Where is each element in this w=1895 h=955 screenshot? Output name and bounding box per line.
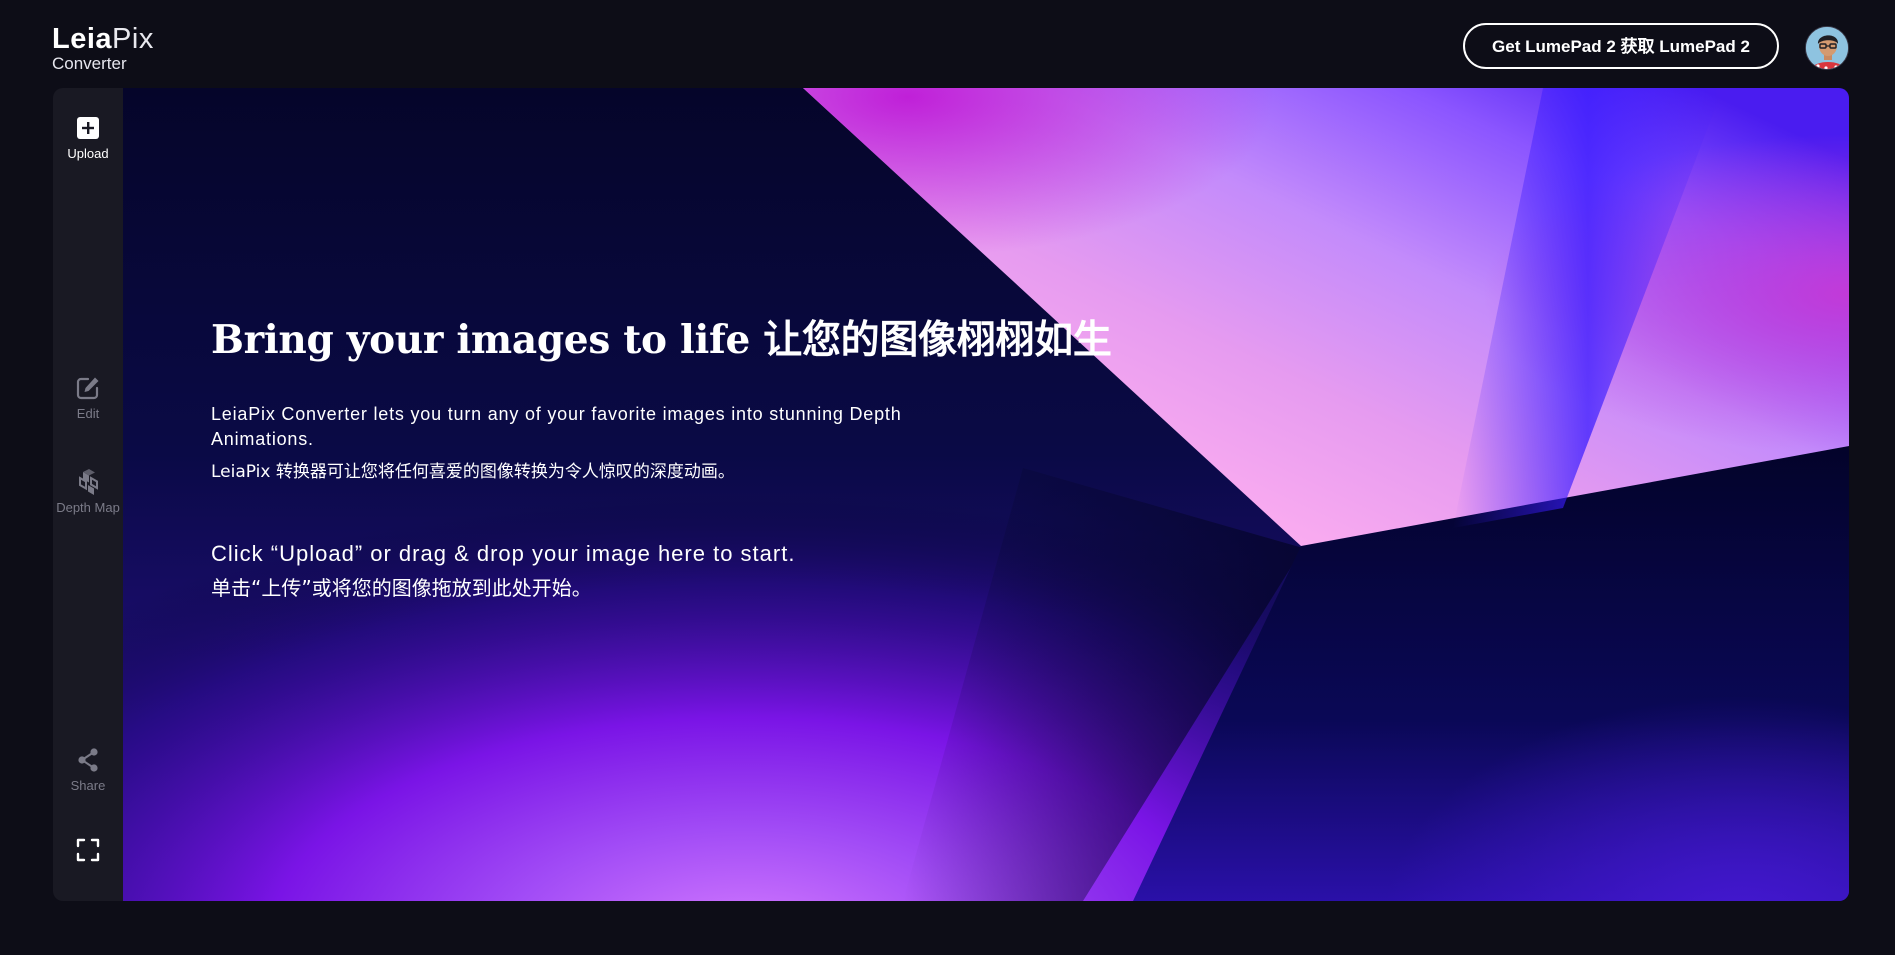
get-lumepad-button[interactable]: Get LumePad 2 获取 LumePad 2: [1463, 23, 1779, 69]
logo-secondary: Pix: [112, 23, 154, 55]
upload-drop-zone[interactable]: Bring your images to life 让您的图像栩栩如生 Leia…: [123, 88, 1849, 901]
sidebar-item-label: Upload: [67, 146, 109, 161]
logo-primary: Leia: [52, 23, 113, 55]
sidebar-item-label: Depth Map: [56, 500, 120, 515]
hero-description-cn: LeiaPix 转换器可让您将任何喜爱的图像转换为令人惊叹的深度动画。: [211, 462, 735, 482]
sidebar-item-edit[interactable]: Edit: [53, 374, 123, 422]
sidebar-item-upload[interactable]: Upload: [53, 114, 123, 162]
logo-wordmark: LeiaPix: [52, 24, 154, 54]
hero-description: LeiaPix Converter lets you turn any of y…: [211, 404, 902, 449]
leiapix-logo[interactable]: LeiaPix Converter: [52, 24, 172, 74]
hero-instruction: Click “Upload” or drag & drop your image…: [211, 541, 796, 566]
fullscreen-icon: [76, 838, 100, 862]
hero-section: Bring your images to life 让您的图像栩栩如生 Leia…: [211, 314, 1211, 605]
edit-icon: [76, 377, 99, 400]
sidebar-item-fullscreen[interactable]: [53, 836, 123, 864]
depth-layers-icon: [79, 469, 98, 495]
sidebar: Upload Edit Depth Map Share: [53, 88, 123, 901]
hero-instruction-cn: 单击“上传”或将您的图像拖放到此处开始。: [211, 576, 592, 600]
top-bar: LeiaPix Converter Get LumePad 2 获取 LumeP…: [0, 0, 1895, 88]
sidebar-item-label: Share: [70, 778, 106, 793]
avatar-icon: [1806, 27, 1848, 69]
sidebar-item-label: Edit: [76, 406, 100, 421]
plus-square-icon: [77, 117, 99, 139]
user-avatar[interactable]: [1805, 26, 1849, 70]
share-icon: [78, 748, 98, 772]
sidebar-item-share[interactable]: Share: [53, 746, 123, 794]
sidebar-item-depth-map[interactable]: Depth Map: [53, 468, 123, 516]
hero-title: Bring your images to life 让您的图像栩栩如生: [211, 317, 1112, 363]
logo-subtitle: Converter: [52, 54, 127, 73]
